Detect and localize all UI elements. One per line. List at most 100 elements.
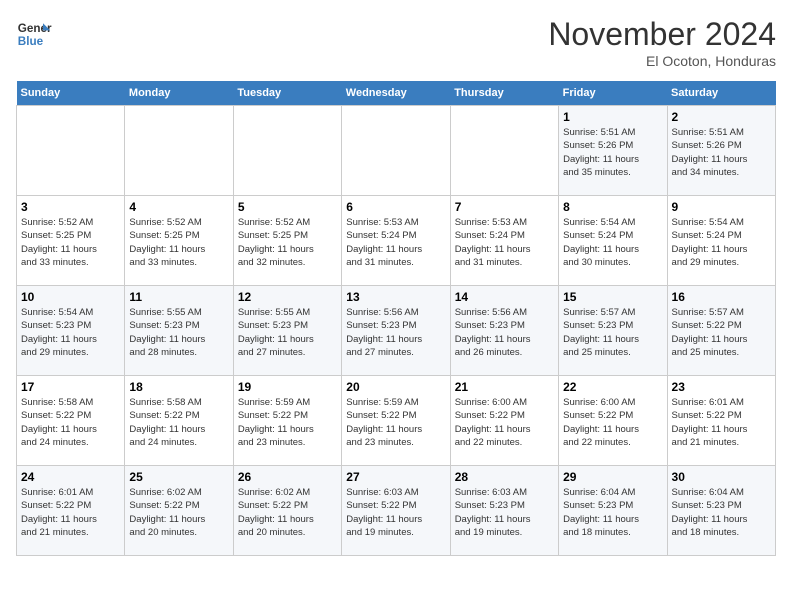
day-info: Sunrise: 5:52 AMSunset: 5:25 PMDaylight:… — [21, 216, 120, 269]
day-number: 5 — [238, 200, 337, 214]
calendar-cell — [233, 106, 341, 196]
day-info: Sunrise: 5:56 AMSunset: 5:23 PMDaylight:… — [346, 306, 445, 359]
calendar-cell: 28Sunrise: 6:03 AMSunset: 5:23 PMDayligh… — [450, 466, 558, 556]
calendar-week-3: 10 Sunrise: 5:54 AMSunset: 5:23 PMDayligh… — [17, 286, 776, 376]
day-number: 11 — [129, 290, 228, 304]
weekday-header-sunday: Sunday — [17, 81, 125, 106]
day-number: 2 — [672, 110, 771, 124]
calendar-cell — [17, 106, 125, 196]
calendar-cell: 25 Sunrise: 6:02 AMSunset: 5:22 PMDayligh… — [125, 466, 233, 556]
day-number: 8 — [563, 200, 662, 214]
calendar-cell: 21 Sunrise: 6:00 AMSunset: 5:22 PMDayligh… — [450, 376, 558, 466]
calendar-cell: 2 Sunrise: 5:51 AMSunset: 5:26 PMDaylight… — [667, 106, 775, 196]
calendar-cell: 30Sunrise: 6:04 AMSunset: 5:23 PMDayligh… — [667, 466, 775, 556]
calendar-cell: 8 Sunrise: 5:54 AMSunset: 5:24 PMDaylight… — [559, 196, 667, 286]
location: El Ocoton, Honduras — [548, 53, 776, 69]
calendar-cell: 26 Sunrise: 6:02 AMSunset: 5:22 PMDayligh… — [233, 466, 341, 556]
day-number: 4 — [129, 200, 228, 214]
day-number: 7 — [455, 200, 554, 214]
day-number: 22 — [563, 380, 662, 394]
day-number: 1 — [563, 110, 662, 124]
calendar-cell: 22 Sunrise: 6:00 AMSunset: 5:22 PMDayligh… — [559, 376, 667, 466]
calendar-cell — [125, 106, 233, 196]
calendar-week-1: 1 Sunrise: 5:51 AMSunset: 5:26 PMDaylight… — [17, 106, 776, 196]
page-header: General Blue General Blue November 2024 … — [16, 16, 776, 69]
day-number: 24 — [21, 470, 120, 484]
calendar-cell: 20 Sunrise: 5:59 AMSunset: 5:22 PMDayligh… — [342, 376, 450, 466]
day-number: 25 — [129, 470, 228, 484]
day-info: Sunrise: 5:57 AMSunset: 5:22 PMDaylight:… — [672, 306, 771, 359]
day-number: 21 — [455, 380, 554, 394]
weekday-header-friday: Friday — [559, 81, 667, 106]
calendar-cell: 11 Sunrise: 5:55 AMSunset: 5:23 PMDayligh… — [125, 286, 233, 376]
weekday-header-tuesday: Tuesday — [233, 81, 341, 106]
day-info: Sunrise: 5:51 AMSunset: 5:26 PMDaylight:… — [672, 126, 771, 179]
day-info: Sunrise: 5:57 AMSunset: 5:23 PMDaylight:… — [563, 306, 662, 359]
day-info: Sunrise: 6:00 AMSunset: 5:22 PMDaylight:… — [455, 396, 554, 449]
day-number: 15 — [563, 290, 662, 304]
calendar-cell: 4 Sunrise: 5:52 AMSunset: 5:25 PMDaylight… — [125, 196, 233, 286]
calendar-week-4: 17 Sunrise: 5:58 AMSunset: 5:22 PMDayligh… — [17, 376, 776, 466]
weekday-header-monday: Monday — [125, 81, 233, 106]
calendar-cell: 19 Sunrise: 5:59 AMSunset: 5:22 PMDayligh… — [233, 376, 341, 466]
svg-text:Blue: Blue — [18, 35, 44, 48]
day-info: Sunrise: 5:53 AMSunset: 5:24 PMDaylight:… — [455, 216, 554, 269]
day-number: 14 — [455, 290, 554, 304]
day-info: Sunrise: 6:04 AMSunset: 5:23 PMDaylight:… — [672, 486, 771, 539]
day-info: Sunrise: 5:54 AMSunset: 5:24 PMDaylight:… — [563, 216, 662, 269]
day-number: 18 — [129, 380, 228, 394]
day-info: Sunrise: 5:55 AMSunset: 5:23 PMDaylight:… — [238, 306, 337, 359]
weekday-header-thursday: Thursday — [450, 81, 558, 106]
day-info: Sunrise: 5:51 AMSunset: 5:26 PMDaylight:… — [563, 126, 662, 179]
calendar-cell — [450, 106, 558, 196]
day-info: Sunrise: 6:04 AMSunset: 5:23 PMDaylight:… — [563, 486, 662, 539]
day-info: Sunrise: 5:59 AMSunset: 5:22 PMDaylight:… — [346, 396, 445, 449]
day-info: Sunrise: 5:54 AMSunset: 5:24 PMDaylight:… — [672, 216, 771, 269]
calendar-cell: 17 Sunrise: 5:58 AMSunset: 5:22 PMDayligh… — [17, 376, 125, 466]
day-number: 17 — [21, 380, 120, 394]
day-info: Sunrise: 6:02 AMSunset: 5:22 PMDaylight:… — [238, 486, 337, 539]
day-info: Sunrise: 5:55 AMSunset: 5:23 PMDaylight:… — [129, 306, 228, 359]
day-number: 13 — [346, 290, 445, 304]
calendar-week-5: 24 Sunrise: 6:01 AMSunset: 5:22 PMDayligh… — [17, 466, 776, 556]
day-number: 20 — [346, 380, 445, 394]
logo: General Blue General Blue — [16, 16, 52, 52]
day-number: 29 — [563, 470, 662, 484]
day-number: 9 — [672, 200, 771, 214]
day-info: Sunrise: 5:56 AMSunset: 5:23 PMDaylight:… — [455, 306, 554, 359]
day-number: 23 — [672, 380, 771, 394]
calendar-cell: 3Sunrise: 5:52 AMSunset: 5:25 PMDaylight… — [17, 196, 125, 286]
day-info: Sunrise: 6:03 AMSunset: 5:22 PMDaylight:… — [346, 486, 445, 539]
month-title: November 2024 — [548, 16, 776, 53]
day-number: 16 — [672, 290, 771, 304]
day-info: Sunrise: 6:00 AMSunset: 5:22 PMDaylight:… — [563, 396, 662, 449]
day-info: Sunrise: 6:01 AMSunset: 5:22 PMDaylight:… — [21, 486, 120, 539]
calendar-cell: 23 Sunrise: 6:01 AMSunset: 5:22 PMDayligh… — [667, 376, 775, 466]
calendar-cell: 29 Sunrise: 6:04 AMSunset: 5:23 PMDayligh… — [559, 466, 667, 556]
calendar-cell: 7 Sunrise: 5:53 AMSunset: 5:24 PMDaylight… — [450, 196, 558, 286]
calendar-cell: 24 Sunrise: 6:01 AMSunset: 5:22 PMDayligh… — [17, 466, 125, 556]
calendar-header: SundayMondayTuesdayWednesdayThursdayFrid… — [17, 81, 776, 106]
calendar-cell: 14 Sunrise: 5:56 AMSunset: 5:23 PMDayligh… — [450, 286, 558, 376]
day-number: 26 — [238, 470, 337, 484]
day-number: 19 — [238, 380, 337, 394]
weekday-header-saturday: Saturday — [667, 81, 775, 106]
day-info: Sunrise: 6:01 AMSunset: 5:22 PMDaylight:… — [672, 396, 771, 449]
title-block: November 2024 El Ocoton, Honduras — [548, 16, 776, 69]
calendar-cell: 13 Sunrise: 5:56 AMSunset: 5:23 PMDayligh… — [342, 286, 450, 376]
day-info: Sunrise: 5:59 AMSunset: 5:22 PMDaylight:… — [238, 396, 337, 449]
day-info: Sunrise: 5:58 AMSunset: 5:22 PMDaylight:… — [21, 396, 120, 449]
day-info: Sunrise: 6:02 AMSunset: 5:22 PMDaylight:… — [129, 486, 228, 539]
day-info: Sunrise: 5:53 AMSunset: 5:24 PMDaylight:… — [346, 216, 445, 269]
calendar-cell: 12Sunrise: 5:55 AMSunset: 5:23 PMDayligh… — [233, 286, 341, 376]
calendar-cell: 16 Sunrise: 5:57 AMSunset: 5:22 PMDayligh… — [667, 286, 775, 376]
day-info: Sunrise: 5:52 AMSunset: 5:25 PMDaylight:… — [129, 216, 228, 269]
day-number: 27 — [346, 470, 445, 484]
day-info: Sunrise: 5:54 AMSunset: 5:23 PMDaylight:… — [21, 306, 120, 359]
calendar-cell: 1 Sunrise: 5:51 AMSunset: 5:26 PMDaylight… — [559, 106, 667, 196]
logo-icon: General Blue — [16, 16, 52, 52]
day-number: 10 — [21, 290, 120, 304]
calendar-cell: 18Sunrise: 5:58 AMSunset: 5:22 PMDayligh… — [125, 376, 233, 466]
day-number: 6 — [346, 200, 445, 214]
calendar-week-2: 3Sunrise: 5:52 AMSunset: 5:25 PMDaylight… — [17, 196, 776, 286]
